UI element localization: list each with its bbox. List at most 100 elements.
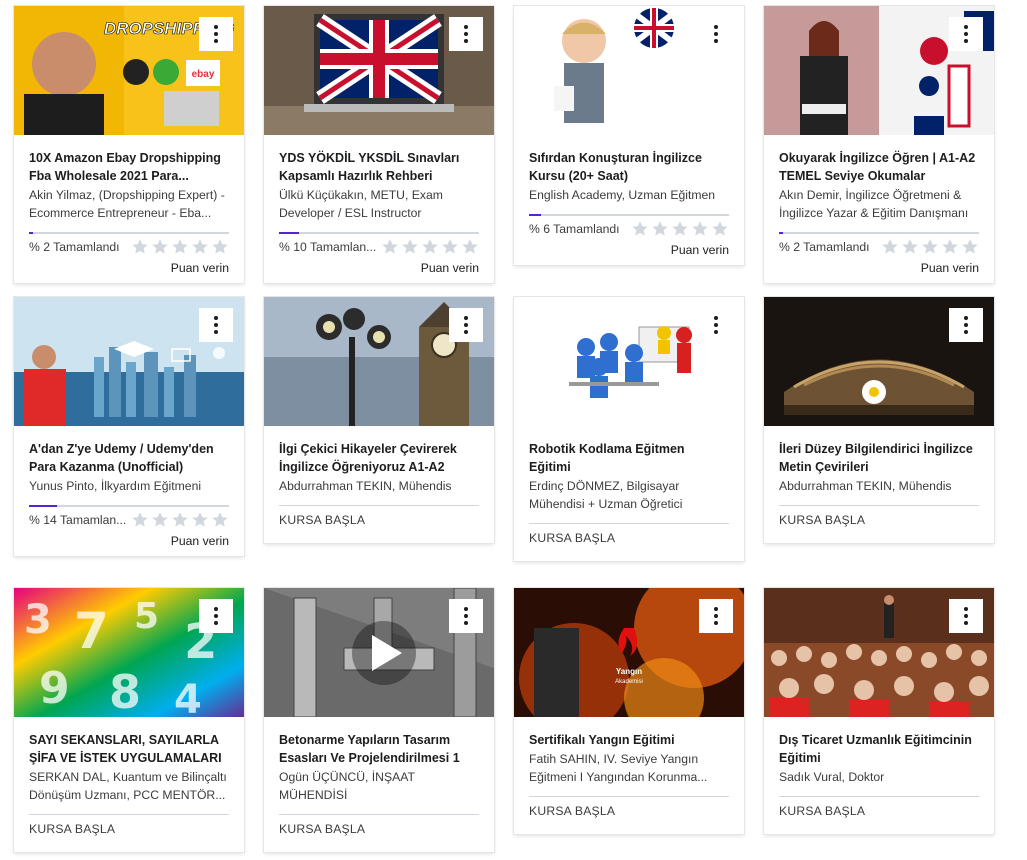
course-title[interactable]: İleri Düzey Bilgilendirici İngilizce Met… bbox=[779, 440, 979, 476]
course-thumbnail[interactable] bbox=[764, 297, 994, 426]
svg-text:3: 3 bbox=[24, 597, 52, 643]
course-title[interactable]: Sertifikalı Yangın Eğitimi bbox=[529, 731, 729, 749]
star-icon[interactable] bbox=[921, 238, 939, 256]
star-icon[interactable] bbox=[211, 238, 229, 256]
course-thumbnail[interactable] bbox=[764, 588, 994, 717]
start-course-link[interactable]: KURSA BAŞLA bbox=[779, 513, 979, 543]
kebab-menu-icon bbox=[714, 607, 718, 625]
course-card[interactable]: Yangın Akademisi Sertifikalı Yangın Eğit… bbox=[514, 588, 744, 834]
course-menu-button[interactable] bbox=[199, 308, 233, 342]
course-thumbnail[interactable] bbox=[264, 6, 494, 135]
start-course-link[interactable]: KURSA BAŞLA bbox=[29, 822, 229, 852]
course-author: Ogün ÜÇÜNCÜ, İNŞAAT MÜHENDİSİ bbox=[279, 770, 415, 802]
course-card[interactable]: Robotik Kodlama Eğitmen Eğitimi Erdinç D… bbox=[514, 297, 744, 561]
star-icon[interactable] bbox=[881, 238, 899, 256]
course-title[interactable]: Sıfırdan Konuşturan İngilizce Kursu (20+… bbox=[529, 149, 729, 185]
course-thumbnail[interactable] bbox=[264, 297, 494, 426]
course-menu-button[interactable] bbox=[449, 308, 483, 342]
star-icon[interactable] bbox=[421, 238, 439, 256]
course-card[interactable]: A'dan Z'ye Udemy / Udemy'den Para Kazanm… bbox=[14, 297, 244, 556]
star-icon[interactable] bbox=[691, 220, 709, 238]
course-menu-button[interactable] bbox=[199, 599, 233, 633]
course-menu-button[interactable] bbox=[949, 599, 983, 633]
rate-link[interactable]: Puan verin bbox=[29, 534, 229, 556]
rate-link[interactable]: Puan verin bbox=[779, 261, 979, 283]
course-title[interactable]: 10X Amazon Ebay Dropshipping Fba Wholesa… bbox=[29, 149, 229, 185]
rate-link[interactable]: Puan verin bbox=[29, 261, 229, 283]
rating-stars[interactable] bbox=[131, 238, 229, 256]
course-author: SERKAN DAL, Kuantum ve Bilinçaltı Dönüşü… bbox=[29, 770, 227, 802]
course-card[interactable]: 37 52 98 4 SAYI SEKANSLARI, SAYILARLA Şİ… bbox=[14, 588, 244, 852]
course-menu-button[interactable] bbox=[449, 599, 483, 633]
course-menu-button[interactable] bbox=[699, 17, 733, 51]
rating-stars[interactable] bbox=[631, 220, 729, 238]
course-card[interactable]: Dış Ticaret Uzmanlık Eğitimcinin Eğitimi… bbox=[764, 588, 994, 834]
divider bbox=[29, 814, 229, 815]
kebab-menu-icon bbox=[964, 25, 968, 43]
svg-text:8: 8 bbox=[109, 665, 141, 717]
star-icon[interactable] bbox=[151, 238, 169, 256]
course-card[interactable]: İlgi Çekici Hikayeler Çevirerek İngilizc… bbox=[264, 297, 494, 543]
course-card[interactable]: ebay DROPSHIPPING 10X Amazon Ebay Dropsh… bbox=[14, 6, 244, 283]
progress-bar bbox=[529, 214, 729, 216]
star-icon[interactable] bbox=[711, 220, 729, 238]
course-menu-button[interactable] bbox=[949, 17, 983, 51]
course-card[interactable]: Betonarme Yapıların Tasarım Esasları Ve … bbox=[264, 588, 494, 852]
progress-text: % 2 Tamamlandı bbox=[29, 240, 120, 254]
course-title[interactable]: A'dan Z'ye Udemy / Udemy'den Para Kazanm… bbox=[29, 440, 229, 476]
rating-stars[interactable] bbox=[131, 511, 229, 529]
star-icon[interactable] bbox=[401, 238, 419, 256]
star-icon[interactable] bbox=[151, 511, 169, 529]
star-icon[interactable] bbox=[171, 238, 189, 256]
course-title[interactable]: Dış Ticaret Uzmanlık Eğitimcinin Eğitimi bbox=[779, 731, 979, 767]
progress-text: % 14 Tamamlan... bbox=[29, 513, 127, 527]
star-icon[interactable] bbox=[461, 238, 479, 256]
rating-stars[interactable] bbox=[381, 238, 479, 256]
course-menu-button[interactable] bbox=[949, 308, 983, 342]
star-icon[interactable] bbox=[381, 238, 399, 256]
start-course-link[interactable]: KURSA BAŞLA bbox=[779, 804, 979, 834]
star-icon[interactable] bbox=[941, 238, 959, 256]
rate-link[interactable]: Puan verin bbox=[529, 243, 729, 265]
course-title[interactable]: YDS YÖKDİL YKSDİL Sınavları Kapsamlı Haz… bbox=[279, 149, 479, 185]
star-icon[interactable] bbox=[961, 238, 979, 256]
course-thumbnail[interactable] bbox=[764, 6, 994, 135]
course-title[interactable]: SAYI SEKANSLARI, SAYILARLA ŞİFA VE İSTEK… bbox=[29, 731, 229, 767]
star-icon[interactable] bbox=[211, 511, 229, 529]
star-icon[interactable] bbox=[191, 238, 209, 256]
star-icon[interactable] bbox=[651, 220, 669, 238]
course-thumbnail[interactable]: Yangın Akademisi bbox=[514, 588, 744, 717]
course-card[interactable]: İleri Düzey Bilgilendirici İngilizce Met… bbox=[764, 297, 994, 543]
course-title[interactable]: Robotik Kodlama Eğitmen Eğitimi bbox=[529, 440, 729, 476]
course-thumbnail[interactable] bbox=[514, 6, 744, 135]
course-title[interactable]: Betonarme Yapıların Tasarım Esasları Ve … bbox=[279, 731, 479, 767]
course-title[interactable]: İlgi Çekici Hikayeler Çevirerek İngilizc… bbox=[279, 440, 479, 476]
star-icon[interactable] bbox=[671, 220, 689, 238]
star-icon[interactable] bbox=[441, 238, 459, 256]
star-icon[interactable] bbox=[631, 220, 649, 238]
rate-link[interactable]: Puan verin bbox=[279, 261, 479, 283]
star-icon[interactable] bbox=[131, 238, 149, 256]
course-menu-button[interactable] bbox=[699, 599, 733, 633]
course-menu-button[interactable] bbox=[449, 17, 483, 51]
course-title[interactable]: Okuyarak İngilizce Öğren | A1-A2 TEMEL S… bbox=[779, 149, 979, 185]
course-thumbnail[interactable] bbox=[14, 297, 244, 426]
course-thumbnail[interactable]: 37 52 98 4 bbox=[14, 588, 244, 717]
start-course-link[interactable]: KURSA BAŞLA bbox=[279, 513, 479, 543]
rating-stars[interactable] bbox=[881, 238, 979, 256]
star-icon[interactable] bbox=[171, 511, 189, 529]
start-course-link[interactable]: KURSA BAŞLA bbox=[529, 531, 729, 561]
course-menu-button[interactable] bbox=[699, 308, 733, 342]
star-icon[interactable] bbox=[191, 511, 209, 529]
start-course-link[interactable]: KURSA BAŞLA bbox=[279, 822, 479, 852]
course-card[interactable]: Okuyarak İngilizce Öğren | A1-A2 TEMEL S… bbox=[764, 6, 994, 283]
course-card[interactable]: YDS YÖKDİL YKSDİL Sınavları Kapsamlı Haz… bbox=[264, 6, 494, 283]
course-card[interactable]: Sıfırdan Konuşturan İngilizce Kursu (20+… bbox=[514, 6, 744, 265]
start-course-link[interactable]: KURSA BAŞLA bbox=[529, 804, 729, 834]
course-thumbnail[interactable] bbox=[264, 588, 494, 717]
course-menu-button[interactable] bbox=[199, 17, 233, 51]
course-thumbnail[interactable]: ebay DROPSHIPPING bbox=[14, 6, 244, 135]
star-icon[interactable] bbox=[131, 511, 149, 529]
course-thumbnail[interactable] bbox=[514, 297, 744, 426]
star-icon[interactable] bbox=[901, 238, 919, 256]
